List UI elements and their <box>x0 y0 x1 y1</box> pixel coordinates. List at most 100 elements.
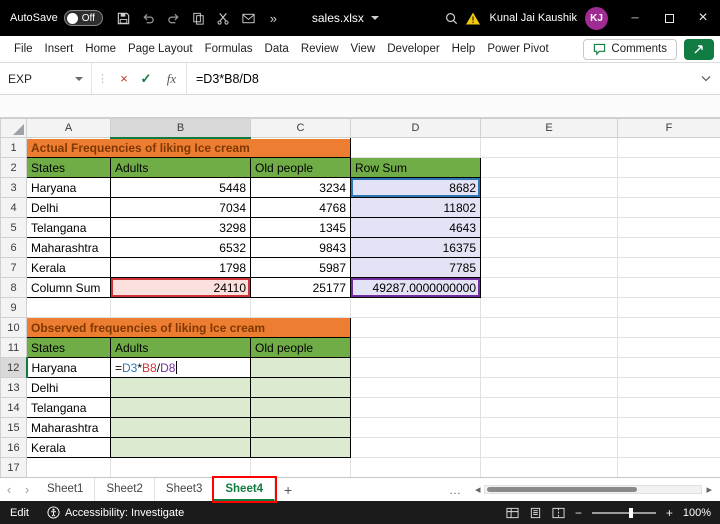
cell-A14[interactable]: Telangana <box>27 398 111 418</box>
cell-B4[interactable]: 7034 <box>111 198 251 218</box>
cell-D3[interactable]: 8682 <box>351 178 481 198</box>
cell-A16[interactable]: Kerala <box>27 438 111 458</box>
ribbon-tab-home[interactable]: Home <box>79 36 122 62</box>
zoom-out-button[interactable]: − <box>575 506 582 520</box>
minimize-button[interactable]: ─ <box>618 0 652 36</box>
cell-B2[interactable]: Adults <box>111 158 251 178</box>
ribbon-tab-page-layout[interactable]: Page Layout <box>122 36 199 62</box>
cell-F7[interactable] <box>618 258 720 278</box>
cancel-button[interactable]: × <box>113 71 135 86</box>
cell-F15[interactable] <box>618 418 720 438</box>
cell-E10[interactable] <box>481 318 618 338</box>
row-header-4[interactable]: 4 <box>1 198 27 218</box>
normal-view-icon[interactable] <box>506 507 519 519</box>
cell-C8[interactable]: 25177 <box>251 278 351 298</box>
cell-F14[interactable] <box>618 398 720 418</box>
cell-E15[interactable] <box>481 418 618 438</box>
ribbon-tab-developer[interactable]: Developer <box>381 36 445 62</box>
cell-D10[interactable] <box>351 318 481 338</box>
column-header-A[interactable]: A <box>27 119 111 138</box>
cell-E3[interactable] <box>481 178 618 198</box>
redo-button[interactable] <box>161 5 186 31</box>
column-header-F[interactable]: F <box>618 119 720 138</box>
cell-E2[interactable] <box>481 158 618 178</box>
cell-D8[interactable]: 49287.0000000000 <box>351 278 481 298</box>
cell-C6[interactable]: 9843 <box>251 238 351 258</box>
cell-F13[interactable] <box>618 378 720 398</box>
notification-button[interactable] <box>461 5 486 31</box>
row-header-13[interactable]: 13 <box>1 378 27 398</box>
cell-D13[interactable] <box>351 378 481 398</box>
scroll-right-arrow[interactable]: ▸ <box>702 483 716 496</box>
zoom-level[interactable]: 100% <box>683 507 711 519</box>
sheet-nav-left-button[interactable]: ‹ <box>0 482 18 497</box>
drag-handle-icon[interactable]: ⋮ <box>92 72 113 85</box>
cell-F2[interactable] <box>618 158 720 178</box>
cell-D12[interactable] <box>351 358 481 378</box>
cell-E1[interactable] <box>481 138 618 158</box>
cell-B12[interactable]: =D3*B8/D8 <box>111 358 251 378</box>
row-header-2[interactable]: 2 <box>1 158 27 178</box>
row-header-15[interactable]: 15 <box>1 418 27 438</box>
cell-F11[interactable] <box>618 338 720 358</box>
column-header-E[interactable]: E <box>481 119 618 138</box>
cell-A13[interactable]: Delhi <box>27 378 111 398</box>
cell-D11[interactable] <box>351 338 481 358</box>
cell-A12[interactable]: Haryana <box>27 358 111 378</box>
cell-E6[interactable] <box>481 238 618 258</box>
cell-C3[interactable]: 3234 <box>251 178 351 198</box>
cell-E17[interactable] <box>481 458 618 478</box>
horizontal-scrollbar[interactable] <box>484 485 702 494</box>
mail-button[interactable] <box>236 5 261 31</box>
cell-D16[interactable] <box>351 438 481 458</box>
row-header-17[interactable]: 17 <box>1 458 27 478</box>
ribbon-tab-view[interactable]: View <box>345 36 382 62</box>
sheet-tab-sheet3[interactable]: Sheet3 <box>155 478 214 501</box>
cell-C9[interactable] <box>251 298 351 318</box>
cell-F8[interactable] <box>618 278 720 298</box>
cell-E5[interactable] <box>481 218 618 238</box>
cell-C2[interactable]: Old people <box>251 158 351 178</box>
cell-A11[interactable]: States <box>27 338 111 358</box>
cell-A6[interactable]: Maharashtra <box>27 238 111 258</box>
cell-E4[interactable] <box>481 198 618 218</box>
name-box[interactable]: EXP <box>0 63 92 94</box>
cut-button[interactable] <box>211 5 236 31</box>
cell-A10[interactable]: Observed frequencies of liking Ice cream <box>27 318 351 338</box>
sheet-tab-sheet2[interactable]: Sheet2 <box>95 478 154 501</box>
cell-A9[interactable] <box>27 298 111 318</box>
accessibility-status[interactable]: Accessibility: Investigate <box>47 506 184 519</box>
cell-C7[interactable]: 5987 <box>251 258 351 278</box>
cell-F12[interactable] <box>618 358 720 378</box>
row-header-1[interactable]: 1 <box>1 138 27 158</box>
cell-B7[interactable]: 1798 <box>111 258 251 278</box>
cell-D6[interactable]: 16375 <box>351 238 481 258</box>
cell-A7[interactable]: Kerala <box>27 258 111 278</box>
sheet-nav-right-button[interactable]: › <box>18 482 36 497</box>
document-title[interactable]: sales.xlsx <box>312 11 379 25</box>
cell-F5[interactable] <box>618 218 720 238</box>
cell-A2[interactable]: States <box>27 158 111 178</box>
cell-B5[interactable]: 3298 <box>111 218 251 238</box>
cell-D15[interactable] <box>351 418 481 438</box>
zoom-slider-thumb[interactable] <box>629 508 633 518</box>
ribbon-tab-data[interactable]: Data <box>259 36 295 62</box>
select-all-corner[interactable] <box>1 119 27 138</box>
cell-B13[interactable] <box>111 378 251 398</box>
cell-D9[interactable] <box>351 298 481 318</box>
sheet-tab-sheet1[interactable]: Sheet1 <box>36 478 95 501</box>
cell-F4[interactable] <box>618 198 720 218</box>
search-button[interactable] <box>443 5 461 31</box>
cell-D17[interactable] <box>351 458 481 478</box>
row-header-3[interactable]: 3 <box>1 178 27 198</box>
cell-F10[interactable] <box>618 318 720 338</box>
share-button[interactable] <box>684 39 714 60</box>
cell-F3[interactable] <box>618 178 720 198</box>
zoom-in-button[interactable]: + <box>666 506 673 520</box>
cell-F16[interactable] <box>618 438 720 458</box>
cell-A4[interactable]: Delhi <box>27 198 111 218</box>
ribbon-tab-help[interactable]: Help <box>446 36 482 62</box>
zoom-slider[interactable] <box>592 512 656 514</box>
close-button[interactable]: × <box>686 0 720 36</box>
cell-C4[interactable]: 4768 <box>251 198 351 218</box>
